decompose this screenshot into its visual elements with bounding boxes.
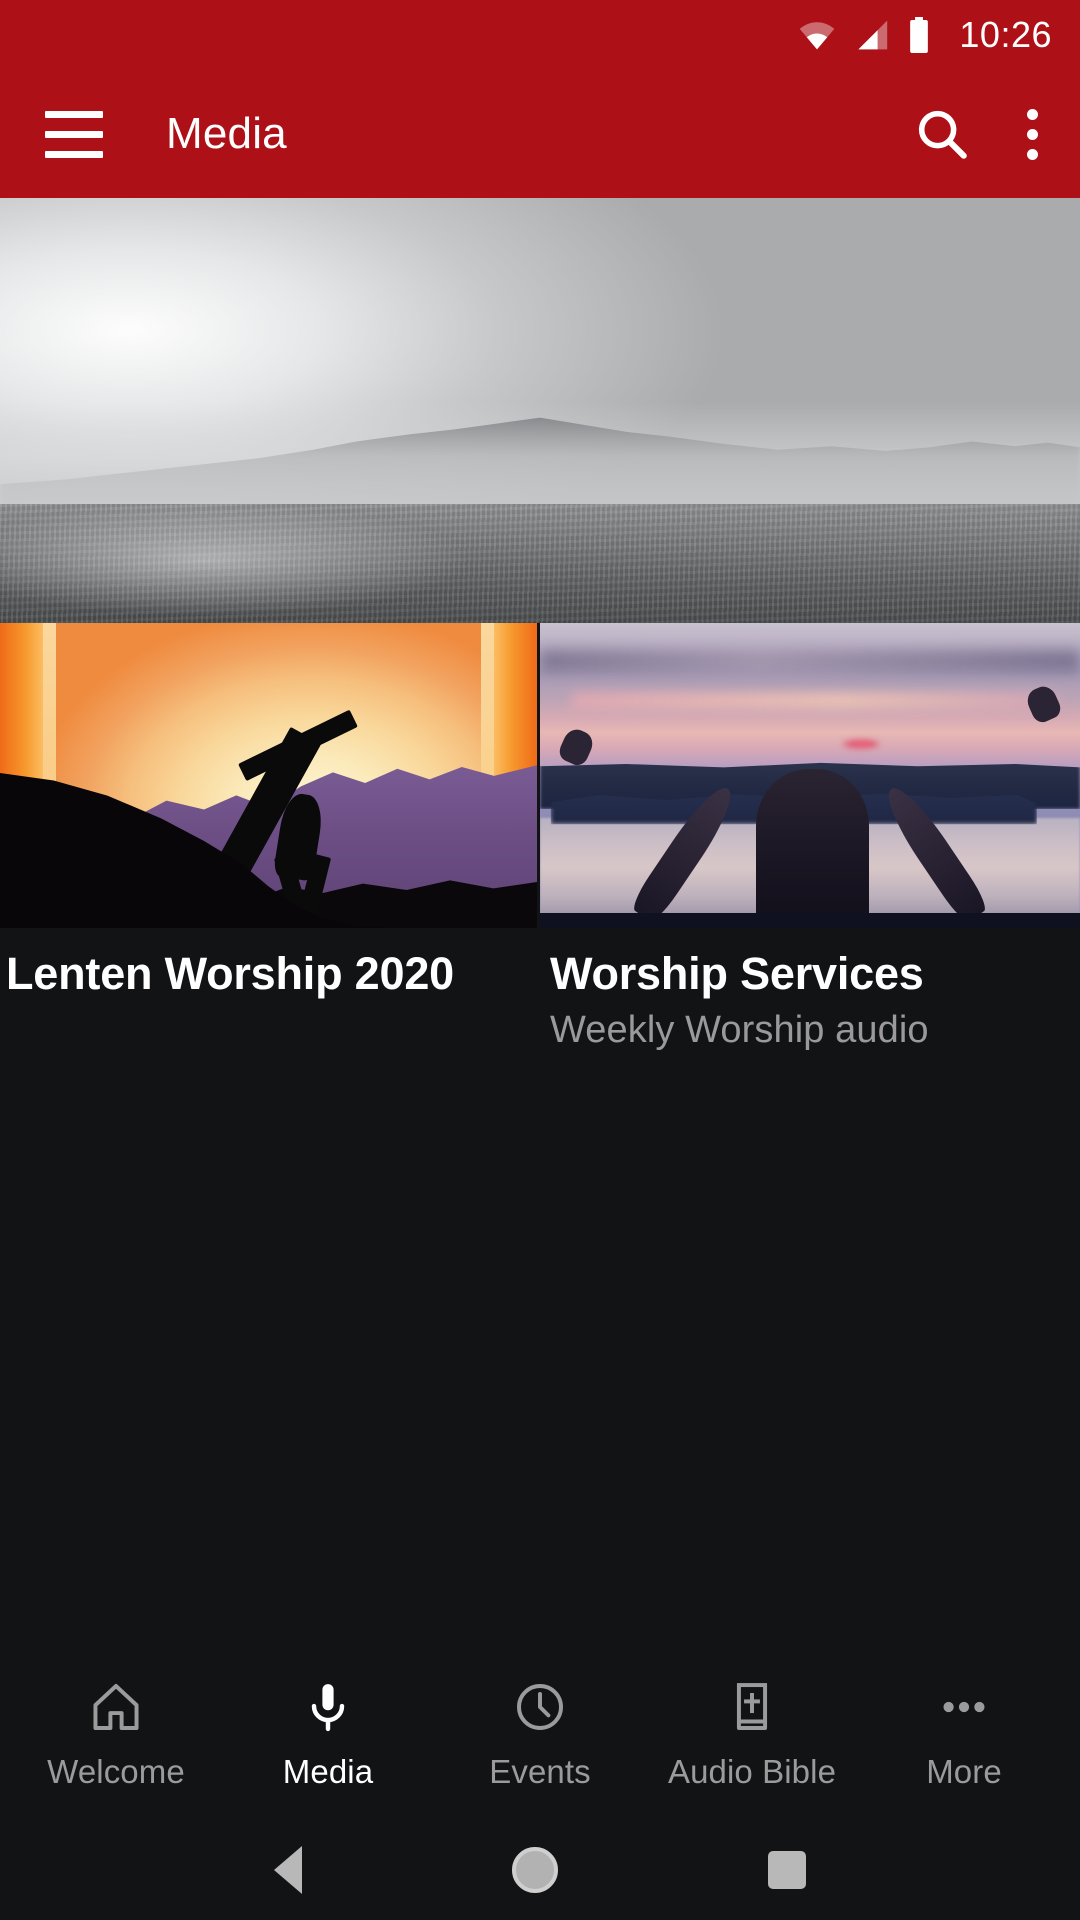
- card-text-block: Lenten Worship 2020: [0, 928, 537, 999]
- nav-label: More: [926, 1753, 1002, 1790]
- photo-foreground-rail: [540, 912, 1080, 928]
- nav-item-more[interactable]: More: [858, 1679, 1070, 1791]
- bible-book-icon: [724, 1679, 780, 1735]
- clock-icon: [512, 1679, 568, 1735]
- media-card-lenten-worship[interactable]: Lenten Worship 2020: [0, 623, 540, 1053]
- nav-item-welcome[interactable]: Welcome: [10, 1679, 222, 1791]
- card-title: Lenten Worship 2020: [6, 948, 454, 999]
- home-button[interactable]: [512, 1847, 558, 1893]
- nav-label: Welcome: [47, 1753, 185, 1790]
- nav-label: Events: [489, 1753, 591, 1790]
- photo-woman-silhouette: [756, 769, 870, 928]
- status-icon-group: 10:26: [797, 17, 1052, 53]
- nav-label: Media: [282, 1753, 374, 1790]
- card-title: Worship Services: [550, 948, 924, 999]
- recent-apps-button[interactable]: [768, 1851, 806, 1889]
- app-screen: 10:26 Media Lenten Worship 2020 Worship …: [0, 0, 1080, 1920]
- photo-setting-sun: [842, 738, 881, 750]
- photo-cloud-band-upper: [540, 650, 1080, 672]
- search-icon[interactable]: [913, 105, 971, 163]
- home-icon: [88, 1679, 144, 1735]
- nav-label: Audio Bible: [667, 1753, 837, 1790]
- hamburger-menu-icon[interactable]: [45, 110, 103, 158]
- wifi-icon: [800, 22, 835, 50]
- app-bar-actions: [913, 105, 1080, 163]
- battery-full-icon: [910, 17, 929, 53]
- search-glyph: [918, 110, 967, 159]
- card-subtitle: Weekly Worship audio: [550, 1009, 929, 1052]
- card-text-block: Worship Services Weekly Worship audio: [540, 928, 1080, 1052]
- back-button[interactable]: [274, 1846, 302, 1894]
- nav-item-audio-bible[interactable]: Audio Bible: [646, 1679, 858, 1791]
- cellular-signal-icon: [858, 20, 888, 50]
- status-clock: 10:26: [959, 14, 1052, 55]
- photo-cloud-band-pink: [572, 693, 1059, 709]
- media-card-worship-services[interactable]: Worship Services Weekly Worship audio: [540, 623, 1080, 1052]
- app-bar: Media: [0, 70, 1080, 198]
- more-dots-icon: [936, 1679, 992, 1735]
- microphone-icon: [300, 1679, 356, 1735]
- page-title: Media: [166, 109, 287, 158]
- media-card-row: Lenten Worship 2020 Worship Services Wee…: [0, 623, 1080, 1053]
- system-navigation-bar: [0, 1820, 1080, 1920]
- nav-item-media[interactable]: Media: [222, 1679, 434, 1791]
- card-thumbnail-worship-photo: [540, 623, 1080, 928]
- nav-item-events[interactable]: Events: [434, 1679, 646, 1791]
- status-bar: 10:26: [0, 0, 1080, 70]
- hero-water-glint: [0, 504, 465, 615]
- bottom-navigation-bar: Welcome Media Events Audio Bible More: [0, 1650, 1080, 1820]
- overflow-menu-icon[interactable]: [1027, 108, 1038, 160]
- hero-banner-image[interactable]: [0, 198, 1080, 623]
- card-thumbnail-cross-illustration: [0, 623, 537, 928]
